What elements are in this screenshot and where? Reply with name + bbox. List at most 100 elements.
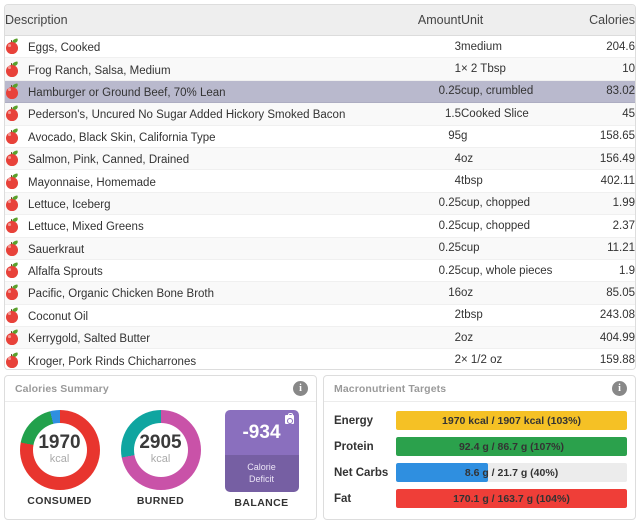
- table-row[interactable]: Avocado, Black Skin, California Type 95 g 1…: [5, 125, 635, 148]
- cell-amount: 2: [391, 348, 461, 369]
- table-row[interactable]: Hamburger or Ground Beef, 70% Lean 0.25 cu…: [5, 80, 635, 104]
- cell-unit: cup, chopped: [461, 214, 571, 238]
- apple-icon: [5, 83, 19, 99]
- cell-description: Sauerkraut: [5, 237, 391, 260]
- consumed-metric: 1970 kcal CONSUMED: [10, 410, 110, 507]
- macro-row: Energy 1970 kcal / 1907 kcal (103%): [334, 409, 627, 432]
- table-row[interactable]: Lettuce, Mixed Greens 0.25 cup, chopped 2.3…: [5, 214, 635, 238]
- cell-amount: 0.25: [391, 192, 461, 216]
- cell-calories: 159.88: [571, 348, 635, 369]
- cell-description: Alfalfa Sprouts: [5, 259, 391, 283]
- cell-description: Salmon, Pink, Canned, Drained: [5, 147, 391, 171]
- cell-amount: 4: [391, 147, 461, 171]
- cell-unit: oz: [461, 326, 571, 350]
- apple-icon: [5, 105, 19, 122]
- burned-caption: BURNED: [136, 495, 185, 507]
- food-description: Coconut Oil: [28, 310, 89, 323]
- column-header-unit[interactable]: Unit: [461, 5, 571, 36]
- table-row[interactable]: Pacific, Organic Chicken Bone Broth 16 oz 8…: [5, 281, 635, 305]
- cell-amount: 0.25: [391, 237, 461, 260]
- balance-card[interactable]: -934 Calorie Deficit: [224, 410, 299, 492]
- consumed-donut-wrap: 1970 kcal: [19, 410, 100, 490]
- cell-unit: × 1/2 oz: [461, 348, 571, 369]
- apple-icon: [5, 150, 19, 167]
- balance-metric: -934 Calorie Deficit BALANCE: [212, 410, 312, 509]
- cell-calories: 156.49: [571, 147, 635, 171]
- cell-calories: 204.6: [571, 35, 635, 59]
- cell-amount: 4: [391, 169, 461, 193]
- food-description: Salmon, Pink, Canned, Drained: [28, 154, 190, 167]
- cell-description: Pederson's, Uncured No Sugar Added Hicko…: [5, 102, 391, 126]
- table-row[interactable]: Lettuce, Iceberg 0.25 cup, chopped 1.99: [5, 192, 635, 216]
- cell-amount: 95: [391, 125, 461, 148]
- apple-icon: [5, 195, 19, 211]
- cell-calories: 402.11: [571, 169, 635, 193]
- cell-amount: 2: [391, 326, 461, 350]
- table-row[interactable]: Eggs, Cooked 3 medium 204.6: [5, 35, 635, 59]
- food-description: Pederson's, Uncured No Sugar Added Hicko…: [28, 109, 346, 122]
- cell-calories: 85.05: [571, 281, 635, 305]
- cell-unit: cup, crumbled: [461, 80, 571, 104]
- macro-label: Energy: [334, 414, 373, 427]
- table-row[interactable]: Coconut Oil 2 tbsp 243.08: [5, 304, 635, 328]
- calories-summary-header: Calories Summary i: [5, 376, 316, 402]
- column-header-calories[interactable]: Calories: [571, 5, 635, 36]
- table-row[interactable]: Alfalfa Sprouts 0.25 cup, whole pieces 1.9: [5, 259, 635, 283]
- table-row[interactable]: Kerrygold, Salted Butter 2 oz 404.99: [5, 326, 635, 350]
- calories-summary-panel: Calories Summary i 1970 kcal CONSUMED 29…: [4, 375, 317, 520]
- food-description: Sauerkraut: [28, 243, 85, 256]
- food-description: Alfalfa Sprouts: [28, 266, 103, 279]
- table-row[interactable]: Mayonnaise, Homemade 4 tbsp 402.11: [5, 169, 635, 193]
- calories-summary-title: Calories Summary: [15, 382, 109, 395]
- cell-unit: cup: [461, 237, 571, 260]
- apple-icon: [5, 240, 19, 256]
- info-icon[interactable]: i: [612, 381, 627, 396]
- macro-row: Net Carbs 8.6 g / 21.7 g (40%): [334, 461, 627, 484]
- apple-icon: [5, 262, 19, 279]
- summary-row: Calories Summary i 1970 kcal CONSUMED 29…: [4, 375, 636, 520]
- cell-unit: g: [461, 125, 571, 148]
- macronutrient-targets-panel: Macronutrient Targets i Energy 1970 kcal …: [323, 375, 636, 520]
- food-description: Frog Ranch, Salsa, Medium: [28, 64, 171, 77]
- consumed-value: 1970: [38, 431, 81, 453]
- cell-unit: tbsp: [461, 304, 571, 328]
- table-row[interactable]: Sauerkraut 0.25 cup 11.21: [5, 237, 635, 260]
- macro-value-text: 1970 kcal / 1907 kcal (103%): [442, 414, 581, 427]
- table-row[interactable]: Salmon, Pink, Canned, Drained 4 oz 156.49: [5, 147, 635, 171]
- balance-label-line1: Calorie: [247, 462, 276, 473]
- cell-amount: 1.5: [391, 102, 461, 126]
- cell-calories: 158.65: [571, 125, 635, 148]
- cell-description: Pacific, Organic Chicken Bone Broth: [5, 281, 391, 305]
- cell-calories: 11.21: [571, 237, 635, 260]
- cell-description: Lettuce, Mixed Greens: [5, 214, 391, 238]
- food-log-panel: Description Amount Unit Calories Eggs, C…: [4, 4, 636, 370]
- macro-label: Net Carbs: [334, 466, 389, 479]
- cell-description: Coconut Oil: [5, 304, 391, 328]
- table-row[interactable]: Kroger, Pork Rinds Chicharrones 2 × 1/2 oz…: [5, 348, 635, 369]
- apple-icon: [5, 329, 19, 346]
- macro-value-text: 170.1 g / 163.7 g (104%): [453, 492, 570, 505]
- column-header-amount[interactable]: Amount: [391, 5, 461, 36]
- macro-row: Protein 92.4 g / 86.7 g (107%): [334, 435, 627, 458]
- macro-value-text: 8.6 g / 21.7 g (40%): [464, 466, 559, 479]
- macro-progress-bar: 1970 kcal / 1907 kcal (103%): [396, 411, 627, 430]
- info-icon[interactable]: i: [293, 381, 308, 396]
- food-description: Hamburger or Ground Beef, 70% Lean: [28, 86, 226, 99]
- cell-description: Frog Ranch, Salsa, Medium: [5, 57, 391, 81]
- cell-amount: 16: [391, 281, 461, 305]
- cell-description: Kroger, Pork Rinds Chicharrones: [5, 348, 391, 369]
- table-body: Eggs, Cooked 3 medium 204.6 Frog Ranch, Sals…: [5, 35, 635, 369]
- balance-caption: BALANCE: [234, 497, 289, 509]
- food-log-table: Description Amount Unit Calories Eggs, C…: [5, 5, 635, 369]
- column-header-description[interactable]: Description: [5, 5, 391, 36]
- macro-value-text: 92.4 g / 86.7 g (107%): [458, 440, 565, 453]
- apple-icon: [5, 128, 19, 144]
- macronutrient-targets-header: Macronutrient Targets i: [324, 376, 635, 402]
- food-description: Avocado, Black Skin, California Type: [28, 131, 216, 144]
- scale-icon: [284, 413, 294, 424]
- consumed-unit: kcal: [49, 452, 70, 465]
- balance-label-line2: Deficit: [248, 473, 274, 484]
- table-row[interactable]: Frog Ranch, Salsa, Medium 1 × 2 Tbsp 10: [5, 57, 635, 81]
- table-row[interactable]: Pederson's, Uncured No Sugar Added Hicko…: [5, 102, 635, 126]
- balance-description: Calorie Deficit: [224, 455, 299, 492]
